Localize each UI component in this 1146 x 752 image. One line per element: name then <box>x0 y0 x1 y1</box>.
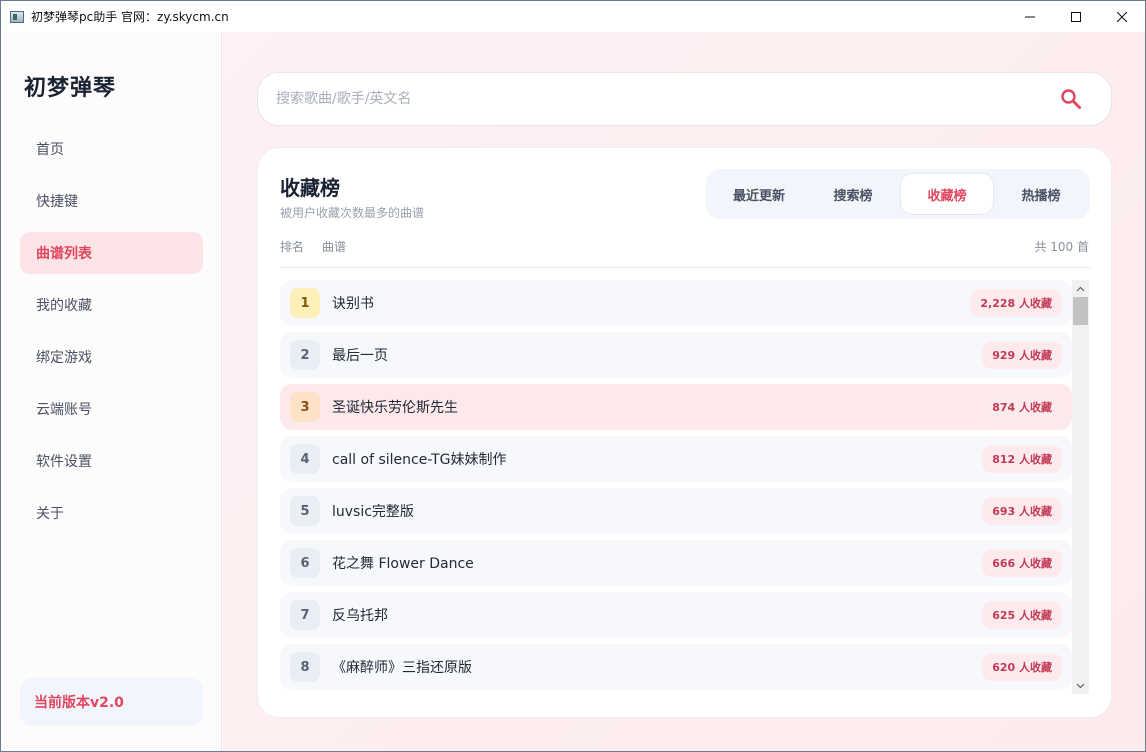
favorite-count-badge: 693 人收藏 <box>982 497 1062 525</box>
search-button[interactable] <box>1051 79 1091 119</box>
minimize-icon <box>1025 16 1035 17</box>
favorite-count-badge: 666 人收藏 <box>982 549 1062 577</box>
sidebar-item-about[interactable]: 关于 <box>20 492 203 534</box>
search-bar <box>257 72 1112 126</box>
song-title: 花之舞 Flower Dance <box>332 556 474 572</box>
header-divider <box>280 267 1091 268</box>
close-button[interactable] <box>1099 1 1145 32</box>
table-row[interactable]: 5 luvsic完整版 693 人收藏 <box>280 488 1072 534</box>
app-window: 初梦弹琴pc助手 官网：zy.skycm.cn 初梦弹琴 首页 快捷键 曲谱列表… <box>0 0 1146 752</box>
version-badge: 当前版本v2.0 <box>20 678 203 726</box>
ranking-tabs: 最近更新 搜索榜 收藏榜 热播榜 <box>706 169 1090 219</box>
song-title: luvsic完整版 <box>332 504 414 520</box>
list-scrollbar[interactable] <box>1072 280 1089 694</box>
total-count: 共 100 首 <box>1034 240 1089 254</box>
table-row[interactable]: 8 《麻醉师》三指还原版 620 人收藏 <box>280 644 1072 690</box>
window-controls <box>1007 1 1145 32</box>
close-icon <box>1117 11 1127 22</box>
table-row[interactable]: 7 反乌托邦 625 人收藏 <box>280 592 1072 638</box>
scroll-up-button[interactable] <box>1072 280 1089 297</box>
app-icon <box>10 10 24 23</box>
search-input[interactable] <box>258 73 1051 125</box>
table-row[interactable]: 4 call of silence-TG妹妹制作 812 人收藏 <box>280 436 1072 482</box>
favorite-count-badge: 625 人收藏 <box>982 601 1062 629</box>
table-row[interactable]: 1 诀别书 2,228 人收藏 <box>280 280 1072 326</box>
sidebar-item-bind-game[interactable]: 绑定游戏 <box>20 336 203 378</box>
maximize-icon <box>1071 11 1081 22</box>
favorite-count-badge: 929 人收藏 <box>982 341 1062 369</box>
tab-favorites-chart[interactable]: 收藏榜 <box>900 173 994 215</box>
sidebar: 初梦弹琴 首页 快捷键 曲谱列表 我的收藏 绑定游戏 云端账号 软件设置 关于 … <box>1 32 222 751</box>
rank-badge: 1 <box>290 288 320 318</box>
chevron-up-icon <box>1076 286 1085 291</box>
main-content: 收藏榜 被用户收藏次数最多的曲谱 最近更新 搜索榜 收藏榜 热播榜 排名 曲谱 … <box>223 32 1145 751</box>
table-row[interactable]: 6 花之舞 Flower Dance 666 人收藏 <box>280 540 1072 586</box>
rank-badge: 8 <box>290 652 320 682</box>
rank-badge: 5 <box>290 496 320 526</box>
column-header-song: 曲谱 <box>322 240 347 254</box>
song-title: 《麻醉师》三指还原版 <box>332 660 472 676</box>
sidebar-item-cloud-account[interactable]: 云端账号 <box>20 388 203 430</box>
song-title: call of silence-TG妹妹制作 <box>332 452 507 468</box>
song-title: 圣诞快乐劳伦斯先生 <box>332 400 458 416</box>
tab-search-chart[interactable]: 搜索榜 <box>806 173 900 215</box>
ranking-list: 1 诀别书 2,228 人收藏 2 最后一页 929 人收藏 3 圣诞快乐劳伦斯… <box>280 280 1072 692</box>
maximize-button[interactable] <box>1053 1 1099 32</box>
sidebar-item-shortcuts[interactable]: 快捷键 <box>20 180 203 222</box>
rank-badge: 2 <box>290 340 320 370</box>
scroll-down-button[interactable] <box>1072 677 1089 694</box>
sidebar-nav: 首页 快捷键 曲谱列表 我的收藏 绑定游戏 云端账号 软件设置 关于 <box>20 128 203 544</box>
favorite-count-badge: 812 人收藏 <box>982 445 1062 473</box>
song-title: 反乌托邦 <box>332 608 388 624</box>
sidebar-item-my-favorites[interactable]: 我的收藏 <box>20 284 203 326</box>
rank-badge: 3 <box>290 392 320 422</box>
rank-badge: 6 <box>290 548 320 578</box>
song-title: 诀别书 <box>332 296 374 312</box>
song-title: 最后一页 <box>332 348 388 364</box>
ranking-card: 收藏榜 被用户收藏次数最多的曲谱 最近更新 搜索榜 收藏榜 热播榜 排名 曲谱 … <box>257 147 1112 718</box>
sidebar-item-score-list[interactable]: 曲谱列表 <box>20 232 203 274</box>
rank-badge: 7 <box>290 600 320 630</box>
chevron-down-icon <box>1076 683 1085 688</box>
sidebar-item-home[interactable]: 首页 <box>20 128 203 170</box>
table-row[interactable]: 2 最后一页 929 人收藏 <box>280 332 1072 378</box>
app-brand: 初梦弹琴 <box>24 76 117 101</box>
ranking-subtitle: 被用户收藏次数最多的曲谱 <box>280 206 425 220</box>
scrollbar-thumb[interactable] <box>1073 297 1088 325</box>
ranking-title: 收藏榜 <box>280 176 340 200</box>
title-bar: 初梦弹琴pc助手 官网：zy.skycm.cn <box>1 1 1145 32</box>
table-row[interactable]: 3 圣诞快乐劳伦斯先生 874 人收藏 <box>280 384 1072 430</box>
minimize-button[interactable] <box>1007 1 1053 32</box>
favorite-count-badge: 620 人收藏 <box>982 653 1062 681</box>
favorite-count-badge: 874 人收藏 <box>982 393 1062 421</box>
tab-hot-chart[interactable]: 热播榜 <box>994 173 1088 215</box>
window-title: 初梦弹琴pc助手 官网：zy.skycm.cn <box>31 10 229 24</box>
rank-badge: 4 <box>290 444 320 474</box>
sidebar-item-settings[interactable]: 软件设置 <box>20 440 203 482</box>
tab-recent-updates[interactable]: 最近更新 <box>712 173 806 215</box>
favorite-count-badge: 2,228 人收藏 <box>970 289 1062 317</box>
search-icon <box>1061 89 1081 109</box>
column-header-rank: 排名 <box>280 240 305 254</box>
